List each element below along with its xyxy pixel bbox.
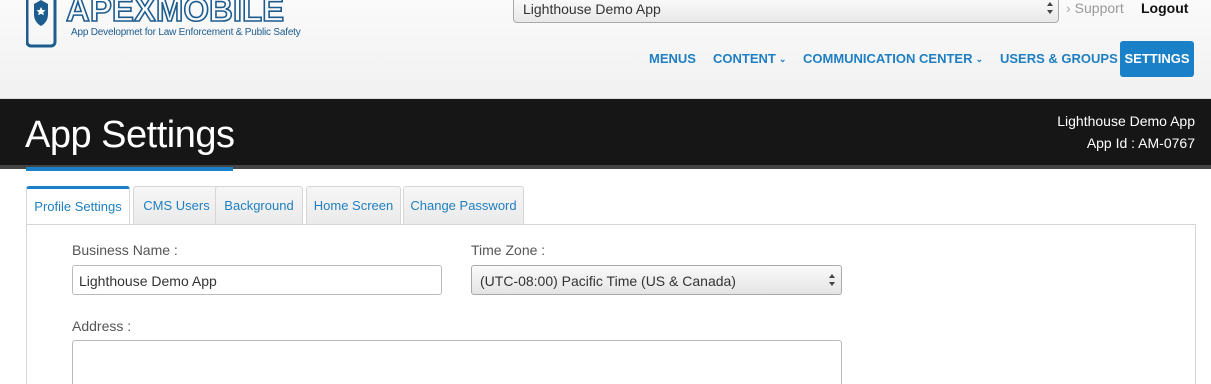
tab-background[interactable]: Background [215,186,303,225]
nav-menus[interactable]: MENUS [649,41,696,77]
tab-profile-settings[interactable]: Profile Settings [26,186,130,226]
page-title: App Settings [25,114,235,156]
nav-communication-center[interactable]: COMMUNICATION CENTER ⌄ [803,41,983,77]
tab-change-password[interactable]: Change Password [403,186,524,225]
select-arrows-icon [829,274,835,286]
chevron-right-icon: › [1066,0,1071,16]
time-zone-select[interactable]: (UTC-08:00) Pacific Time (US & Canada) [471,265,842,295]
nav-settings[interactable]: SETTINGS [1120,41,1194,77]
app-selector[interactable]: Lighthouse Demo App [513,0,1059,23]
address-textarea[interactable] [72,340,842,384]
nav-content[interactable]: CONTENT ⌄ [713,41,786,77]
app-name: Lighthouse Demo App [1057,113,1195,129]
logo-tagline: App Developmet for Law Enforcement & Pub… [71,27,301,38]
chevron-down-icon: ⌄ [778,54,787,64]
tab-home-screen[interactable]: Home Screen [306,186,401,225]
tab-cms-users[interactable]: CMS Users [133,186,220,225]
nav-users-groups[interactable]: USERS & GROUPS [1000,41,1118,77]
app-info: Lighthouse Demo App App Id : AM-0767 [1057,110,1195,154]
top-header: APEXMOBILE App Developmet for Law Enforc… [0,0,1211,99]
logout-link[interactable]: Logout [1141,0,1188,16]
app-selector-value: Lighthouse Demo App [523,1,661,17]
select-arrows-icon [1047,2,1053,14]
title-underline [26,167,233,171]
apexmobile-logo[interactable]: APEXMOBILE [26,0,366,52]
business-name-input[interactable]: Lighthouse Demo App [72,265,442,295]
app-id: App Id : AM-0767 [1086,135,1195,151]
time-zone-label: Time Zone : [471,242,546,258]
logo-text: APEXMOBILE [66,0,284,28]
business-name-label: Business Name : [72,242,178,258]
support-link[interactable]: › Support [1066,0,1124,16]
address-label: Address : [72,318,132,334]
chevron-down-icon: ⌄ [975,54,984,64]
